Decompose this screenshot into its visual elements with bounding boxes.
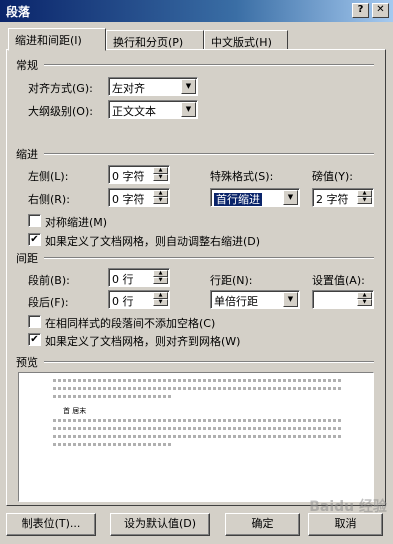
left-indent-input[interactable]: 0 字符 ▲ ▼ <box>108 165 170 184</box>
spin-down-icon[interactable]: ▼ <box>153 174 168 181</box>
spinner[interactable]: ▲ ▼ <box>153 292 168 307</box>
alignment-select[interactable]: 左对齐 ▼ <box>108 77 198 96</box>
section-spacing: 间距 <box>16 252 38 265</box>
preview-pane: 首 居末 <box>18 372 374 502</box>
spacing-at-input[interactable]: ▲ ▼ <box>312 290 374 309</box>
special-format-value: 首行缩进 <box>214 193 262 206</box>
no-space-same-style-checkbox[interactable] <box>28 315 41 328</box>
preview-line <box>53 443 173 446</box>
spin-down-icon[interactable]: ▼ <box>357 299 372 306</box>
outline-level-value: 正文文本 <box>112 105 156 118</box>
section-general: 常规 <box>16 59 38 72</box>
line-spacing-select[interactable]: 单倍行距 ▼ <box>210 290 300 309</box>
spin-down-icon[interactable]: ▼ <box>153 299 168 306</box>
space-before-input[interactable]: 0 行 ▲ ▼ <box>108 268 170 287</box>
title-bar: 段落 ? ✕ <box>0 0 393 22</box>
spacing-at-label: 设置值(A): <box>312 274 365 287</box>
spin-up-icon[interactable]: ▲ <box>357 292 372 299</box>
right-indent-label: 右侧(R): <box>28 193 70 206</box>
spin-up-icon[interactable]: ▲ <box>153 190 168 197</box>
spin-down-icon[interactable]: ▼ <box>153 277 168 284</box>
divider <box>44 361 374 363</box>
line-spacing-value: 单倍行距 <box>214 295 258 308</box>
spinner[interactable]: ▲ ▼ <box>153 167 168 182</box>
preview-sample-text: 首 居末 <box>63 407 87 415</box>
chevron-down-icon[interactable]: ▼ <box>181 102 196 117</box>
no-space-same-style-label: 在相同样式的段落间不添加空格(C) <box>45 317 216 330</box>
cancel-button[interactable]: 取消 <box>308 513 383 536</box>
outline-level-select[interactable]: 正文文本 ▼ <box>108 100 198 119</box>
right-indent-value: 0 字符 <box>112 193 145 206</box>
alignment-label: 对齐方式(G): <box>28 82 93 95</box>
spinner[interactable]: ▲ ▼ <box>153 190 168 205</box>
chevron-down-icon[interactable]: ▼ <box>181 79 196 94</box>
space-after-value: 0 行 <box>112 295 134 308</box>
preview-line <box>53 387 343 390</box>
set-default-button[interactable]: 设为默认值(D) <box>110 513 210 536</box>
left-indent-value: 0 字符 <box>112 170 145 183</box>
spinner[interactable]: ▲ ▼ <box>357 190 372 205</box>
snap-to-grid-checkbox[interactable]: ✔ <box>28 333 41 346</box>
spin-down-icon[interactable]: ▼ <box>357 197 372 204</box>
preview-line <box>53 379 343 382</box>
preview-line <box>53 435 343 438</box>
tab-line-page-breaks[interactable]: 换行和分页(P) <box>106 30 204 50</box>
space-after-label: 段后(F): <box>28 296 69 309</box>
special-format-select[interactable]: 首行缩进 ▼ <box>210 188 300 207</box>
left-indent-label: 左侧(L): <box>28 170 69 183</box>
by-input[interactable]: 2 字符 ▲ ▼ <box>312 188 374 207</box>
right-indent-input[interactable]: 0 字符 ▲ ▼ <box>108 188 170 207</box>
spin-up-icon[interactable]: ▲ <box>153 270 168 277</box>
preview-line <box>53 419 343 422</box>
tab-asian-typography[interactable]: 中文版式(H) <box>204 30 288 50</box>
spin-up-icon[interactable]: ▲ <box>153 167 168 174</box>
close-button[interactable]: ✕ <box>372 3 389 18</box>
space-after-input[interactable]: 0 行 ▲ ▼ <box>108 290 170 309</box>
by-value: 2 字符 <box>316 193 349 206</box>
tabs-button[interactable]: 制表位(T)... <box>6 513 96 536</box>
section-indent: 缩进 <box>16 148 38 161</box>
space-before-value: 0 行 <box>112 273 134 286</box>
auto-right-indent-checkbox[interactable]: ✔ <box>28 233 41 246</box>
mirror-indent-checkbox[interactable] <box>28 214 41 227</box>
divider <box>44 64 374 66</box>
snap-to-grid-label: 如果定义了文档网格，则对齐到网格(W) <box>45 335 241 348</box>
by-label: 磅值(Y): <box>312 170 354 183</box>
preview-line <box>53 427 343 430</box>
chevron-down-icon[interactable]: ▼ <box>283 190 298 205</box>
spin-down-icon[interactable]: ▼ <box>153 197 168 204</box>
spin-up-icon[interactable]: ▲ <box>357 190 372 197</box>
spin-up-icon[interactable]: ▲ <box>153 292 168 299</box>
divider <box>44 257 374 259</box>
divider <box>44 153 374 155</box>
mirror-indent-label: 对称缩进(M) <box>45 216 108 229</box>
window-title: 段落 <box>6 5 31 19</box>
space-before-label: 段前(B): <box>28 274 70 287</box>
tab-indent-spacing[interactable]: 缩进和间距(I) <box>8 28 106 51</box>
auto-right-indent-label: 如果定义了文档网格，则自动调整右缩进(D) <box>45 235 261 248</box>
help-button[interactable]: ? <box>352 3 369 18</box>
spinner[interactable]: ▲ ▼ <box>153 270 168 285</box>
line-spacing-label: 行距(N): <box>210 274 253 287</box>
preview-line <box>53 395 173 398</box>
alignment-value: 左对齐 <box>112 82 145 95</box>
section-preview: 预览 <box>16 356 38 369</box>
outline-level-label: 大纲级别(O): <box>28 105 93 118</box>
chevron-down-icon[interactable]: ▼ <box>283 292 298 307</box>
ok-button[interactable]: 确定 <box>225 513 300 536</box>
spinner[interactable]: ▲ ▼ <box>357 292 372 307</box>
special-format-label: 特殊格式(S): <box>210 170 274 183</box>
